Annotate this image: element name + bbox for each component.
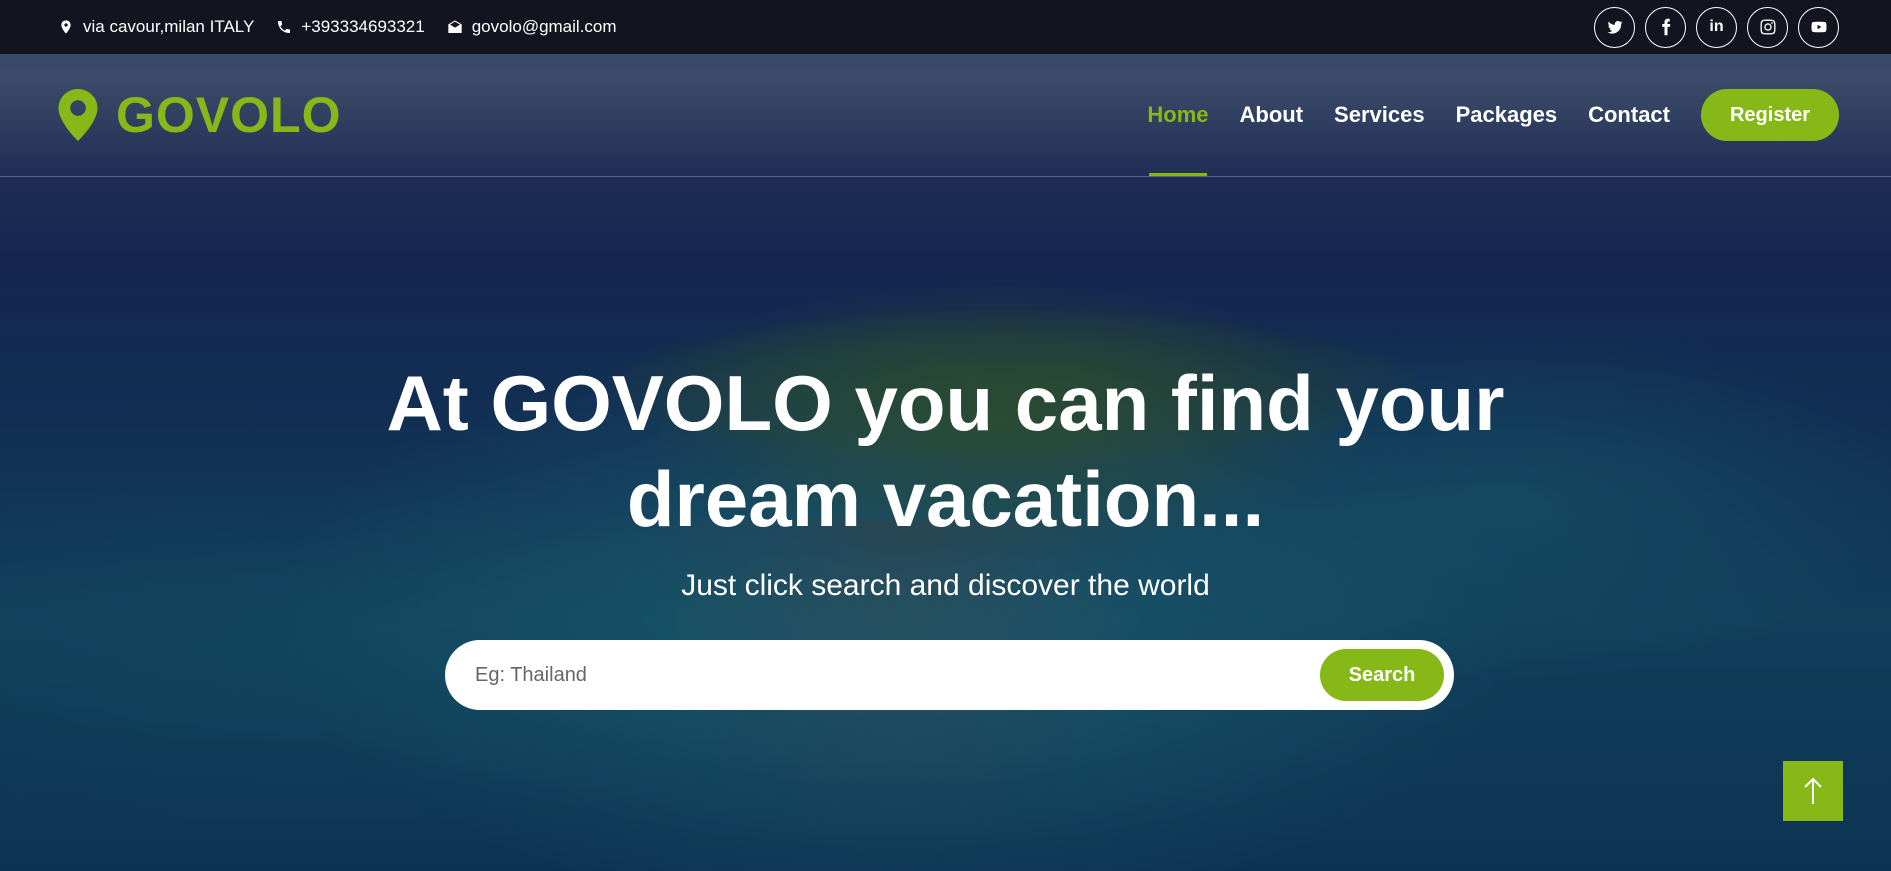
social-links: in	[1594, 6, 1839, 48]
youtube-link[interactable]	[1798, 6, 1839, 48]
linkedin-link[interactable]: in	[1696, 6, 1737, 48]
contact-address: via cavour,milan ITALY	[58, 17, 254, 37]
contact-email: govolo@gmail.com	[447, 17, 617, 37]
search-input[interactable]	[475, 663, 1275, 687]
address-text: via cavour,milan ITALY	[83, 17, 255, 36]
phone-icon	[278, 21, 291, 33]
brand-name: GOVOLO	[116, 87, 342, 143]
instagram-icon	[1760, 19, 1775, 35]
nav-item-packages[interactable]: Packages	[1456, 54, 1558, 176]
top-bar: via cavour,milan ITALY +393334693321 gov…	[0, 0, 1891, 54]
youtube-icon	[1811, 21, 1826, 33]
location-icon	[61, 20, 71, 34]
register-button[interactable]: Register	[1701, 89, 1839, 141]
hero-title-line-1: At GOVOLO you can find your	[386, 359, 1505, 447]
main-navbar: GOVOLO Home About Services Packages Cont…	[0, 54, 1891, 177]
search-box: Search	[445, 640, 1454, 710]
hero-title: At GOVOLO you can find your dream vacati…	[0, 355, 1891, 547]
facebook-link[interactable]	[1645, 6, 1686, 48]
hero-subtitle: Just click search and discover the world	[681, 569, 1210, 602]
nav-item-home[interactable]: Home	[1147, 54, 1209, 176]
facebook-icon	[1661, 18, 1670, 36]
nav-menu: Home About Services Packages Contact Reg…	[1116, 54, 1839, 176]
twitter-link[interactable]	[1594, 6, 1635, 48]
map-marker-icon	[58, 89, 98, 141]
contact-info: via cavour,milan ITALY +393334693321 gov…	[58, 17, 617, 37]
brand-logo[interactable]: GOVOLO	[58, 86, 341, 144]
instagram-link[interactable]	[1747, 6, 1788, 48]
nav-item-about[interactable]: About	[1240, 54, 1304, 176]
phone-text: +393334693321	[301, 17, 425, 36]
nav-item-contact[interactable]: Contact	[1588, 54, 1670, 176]
twitter-icon	[1607, 21, 1622, 34]
envelope-open-icon	[448, 20, 462, 33]
email-text: govolo@gmail.com	[471, 17, 617, 36]
nav-item-services[interactable]: Services	[1334, 54, 1425, 176]
hero-title-line-2: dream vacation...	[626, 455, 1265, 543]
back-to-top-button[interactable]	[1783, 761, 1843, 821]
arrow-up-icon	[1804, 777, 1822, 804]
search-button[interactable]: Search	[1320, 649, 1444, 701]
hero-content: At GOVOLO you can find your dream vacati…	[0, 355, 1891, 603]
linkedin-icon: in	[1709, 18, 1724, 35]
contact-phone: +393334693321	[276, 17, 425, 37]
